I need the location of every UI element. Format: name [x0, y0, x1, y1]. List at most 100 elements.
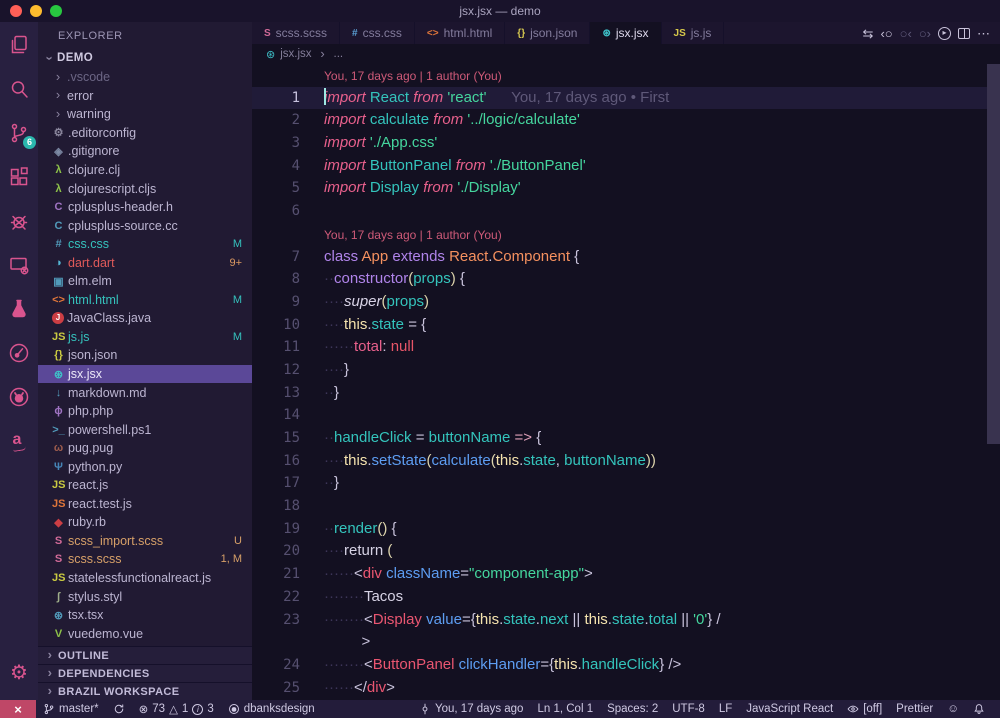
file-item-html-html[interactable]: <>html.htmlM	[38, 291, 252, 310]
code-line-wrap[interactable]: >	[252, 631, 1000, 654]
breadcrumb[interactable]: ⊛ jsx.jsx › ...	[252, 44, 1000, 64]
line-number[interactable]: 10	[252, 314, 300, 337]
file-item--editorconfig[interactable]: ⚙.editorconfig	[38, 124, 252, 143]
code-line[interactable]: 11······total: null	[252, 336, 1000, 359]
circle-branch-icon[interactable]	[6, 340, 32, 366]
code-line[interactable]: 24········<ButtonPanel clickHandler={thi…	[252, 654, 1000, 677]
file-item-statelessfunctionalreact-js[interactable]: JSstatelessfunctionalreact.js	[38, 569, 252, 588]
codelens-row[interactable]: You, 17 days ago | 1 author (You)	[252, 223, 1000, 246]
line-number[interactable]: 7	[252, 246, 300, 269]
code-line[interactable]: 7class App extends React.Component {	[252, 246, 1000, 269]
folder-item-error[interactable]: ›error	[38, 87, 252, 106]
file-item--gitignore[interactable]: ◈.gitignore	[38, 142, 252, 161]
tab-html-html[interactable]: <>html.html	[415, 22, 505, 44]
previous-change-icon[interactable]: ‹○	[880, 27, 892, 40]
line-number[interactable]: 18	[252, 495, 300, 518]
code-line[interactable]: 6	[252, 200, 1000, 223]
next-diff-icon[interactable]: ○›	[919, 27, 931, 40]
code-line[interactable]: 16····this.setState(calculate(this.state…	[252, 450, 1000, 473]
tab-jsx-jsx[interactable]: ⊛jsx.jsx	[590, 22, 661, 44]
code-line[interactable]: 8··constructor(props) {	[252, 268, 1000, 291]
debug-icon[interactable]	[6, 208, 32, 234]
amazon-icon[interactable]: a	[6, 428, 32, 454]
codelens-row[interactable]: You, 17 days ago | 1 author (You)	[252, 64, 1000, 87]
code-line[interactable]: 3import './App.css'	[252, 132, 1000, 155]
code-line[interactable]: 9····super(props)	[252, 291, 1000, 314]
status-feedback[interactable]: ☺	[940, 700, 966, 718]
status-encoding[interactable]: UTF-8	[665, 700, 712, 718]
code-line[interactable]: 15··handleClick = buttonName => {	[252, 427, 1000, 450]
file-item-scss-scss[interactable]: Sscss.scss1, M	[38, 550, 252, 569]
prev-diff-icon[interactable]: ○‹	[900, 27, 912, 40]
code-line[interactable]: 23········<Display value={this.state.nex…	[252, 609, 1000, 632]
source-control-icon[interactable]: 6	[6, 120, 32, 146]
file-item-markdown-md[interactable]: ↓markdown.md	[38, 383, 252, 402]
line-number[interactable]: 9	[252, 291, 300, 314]
line-number[interactable]: 11	[252, 336, 300, 359]
status-cursor-position[interactable]: Ln 1, Col 1	[530, 700, 600, 718]
code-line[interactable]: 13··}	[252, 382, 1000, 405]
sidebar-section-dependencies[interactable]: ›DEPENDENCIES	[38, 664, 252, 682]
status-github-account[interactable]: dbanksdesign	[221, 700, 322, 718]
line-number[interactable]: 23	[252, 609, 300, 632]
more-actions-icon[interactable]: ⋯	[977, 27, 990, 40]
file-item-dart-dart[interactable]: ◑dart.dart9+	[38, 253, 252, 272]
test-flask-icon[interactable]	[6, 296, 32, 322]
line-number[interactable]: 3	[252, 132, 300, 155]
code-line[interactable]: 18	[252, 495, 1000, 518]
tab-css-css[interactable]: #css.css	[340, 22, 415, 44]
line-number[interactable]: 6	[252, 200, 300, 223]
file-item-cplusplus-source-cc[interactable]: Ccplusplus-source.cc	[38, 216, 252, 235]
status-indentation[interactable]: Spaces: 2	[600, 700, 665, 718]
codelens-text[interactable]: You, 17 days ago | 1 author (You)	[324, 223, 502, 246]
file-item-elm-elm[interactable]: ▣elm.elm	[38, 272, 252, 291]
split-editor-icon[interactable]	[958, 28, 970, 39]
tab-scss-scss[interactable]: Sscss.scss	[252, 22, 340, 44]
file-item-json-json[interactable]: {}json.json	[38, 346, 252, 365]
folder-item--vscode[interactable]: ›.vscode	[38, 68, 252, 87]
line-number[interactable]: 21	[252, 563, 300, 586]
status-problems[interactable]: ⊗73△1i3	[132, 700, 221, 718]
file-item-react-test-js[interactable]: JSreact.test.js	[38, 495, 252, 514]
code-line[interactable]: 2import calculate from '../logic/calcula…	[252, 109, 1000, 132]
codelens-text[interactable]: You, 17 days ago | 1 author (You)	[324, 64, 502, 87]
sidebar-section-brazil-workspace[interactable]: ›BRAZIL WORKSPACE	[38, 682, 252, 700]
status-git-branch[interactable]: master*	[36, 700, 106, 718]
folder-item-warning[interactable]: ›warning	[38, 105, 252, 124]
line-number[interactable]: 19	[252, 518, 300, 541]
line-number[interactable]: 24	[252, 654, 300, 677]
status-sync[interactable]	[106, 700, 132, 718]
code-line[interactable]: 5import Display from './Display'	[252, 177, 1000, 200]
code-line[interactable]: 1import React from 'react' You, 17 days …	[252, 87, 1000, 110]
scrollbar-thumb[interactable]	[987, 64, 1000, 444]
file-item-tsx-tsx[interactable]: ⊛tsx.tsx	[38, 606, 252, 625]
line-number[interactable]: 17	[252, 472, 300, 495]
code-editor[interactable]: You, 17 days ago | 1 author (You)1import…	[252, 64, 1000, 700]
status-remote-indicator[interactable]: ×	[0, 700, 36, 718]
file-item-clojurescript-cljs[interactable]: λclojurescript.cljs	[38, 179, 252, 198]
file-item-ruby-rb[interactable]: ◆ruby.rb	[38, 513, 252, 532]
folder-root-demo[interactable]: › DEMO	[38, 48, 252, 68]
line-number[interactable]: 12	[252, 359, 300, 382]
file-item-pug-pug[interactable]: ωpug.pug	[38, 439, 252, 458]
github-icon[interactable]	[6, 384, 32, 410]
status-notifications[interactable]	[966, 700, 992, 718]
file-item-cplusplus-header-h[interactable]: Ccplusplus-header.h	[38, 198, 252, 217]
line-number[interactable]: 16	[252, 450, 300, 473]
code-line[interactable]: 17··}	[252, 472, 1000, 495]
open-changes-icon[interactable]: ⇆	[863, 27, 874, 40]
code-line[interactable]: 25······</div>	[252, 677, 1000, 700]
code-line[interactable]: 20····return (	[252, 540, 1000, 563]
file-item-scss-import-scss[interactable]: Sscss_import.scssU	[38, 532, 252, 551]
remote-explorer-icon[interactable]	[6, 252, 32, 278]
code-line[interactable]: 21······<div className="component-app">	[252, 563, 1000, 586]
file-item-powershell-ps1[interactable]: >_powershell.ps1	[38, 420, 252, 439]
file-item-javaclass-java[interactable]: JJavaClass.java	[38, 309, 252, 328]
line-number[interactable]: 8	[252, 268, 300, 291]
code-line[interactable]: 10····this.state = {	[252, 314, 1000, 337]
file-item-css-css[interactable]: #css.cssM	[38, 235, 252, 254]
file-item-php-php[interactable]: ɸphp.php	[38, 402, 252, 421]
line-number[interactable]: 4	[252, 155, 300, 178]
file-item-clojure-clj[interactable]: λclojure.clj	[38, 161, 252, 180]
code-line[interactable]: 22········Tacos	[252, 586, 1000, 609]
